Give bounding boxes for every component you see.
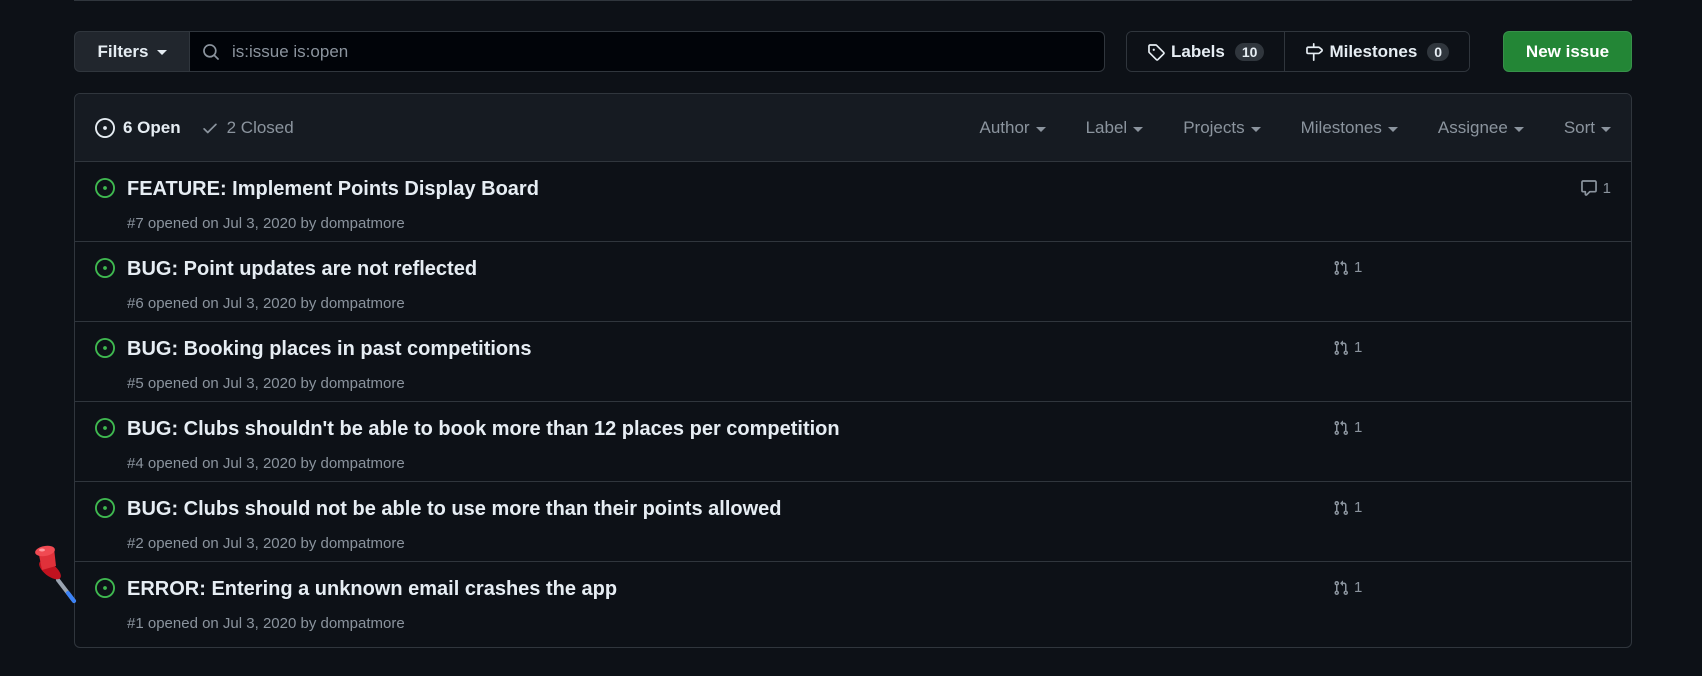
linked-pr-count: 1 (1354, 499, 1363, 516)
check-icon (202, 123, 217, 133)
chevron-down-icon (1601, 126, 1611, 132)
assignee-filter[interactable]: Assignee (1438, 118, 1524, 138)
comment-icon (1580, 180, 1597, 196)
issue-status (95, 258, 115, 283)
linked-pull-requests[interactable]: 1 (1333, 339, 1362, 356)
linked-pull-requests[interactable]: 1 (1333, 499, 1362, 516)
issue-meta: #2 opened on Jul 3, 2020 by dompatmore (127, 535, 405, 552)
issue-opened-icon (95, 578, 115, 598)
issue-comments-link[interactable]: 1 (1580, 179, 1611, 197)
issue-title-link[interactable]: BUG: Clubs shouldn't be able to book mor… (127, 418, 840, 441)
git-pull-request-icon (1334, 580, 1349, 595)
git-pull-request-icon (1334, 340, 1349, 355)
issues-toolbar: Filters Labels 10 (74, 31, 1632, 72)
issue-opened-icon (95, 258, 115, 278)
author-filter[interactable]: Author (979, 118, 1046, 138)
issue-status (95, 498, 115, 523)
issue-title-link[interactable]: BUG: Point updates are not reflected (127, 258, 477, 281)
issue-meta: #6 opened on Jul 3, 2020 by dompatmore (127, 295, 405, 312)
issue-row[interactable]: BUG: Point updates are not reflected #6 o… (75, 242, 1631, 322)
chevron-down-icon (156, 50, 167, 55)
issue-row[interactable]: ERROR: Entering a unknown email crashes … (75, 562, 1631, 642)
linked-pr-count: 1 (1354, 419, 1363, 436)
pushpin-icon (35, 545, 76, 603)
closed-issues-label: 2 Closed (226, 117, 294, 137)
issue-row[interactable]: BUG: Booking places in past competitions… (75, 322, 1631, 402)
issue-title-link[interactable]: BUG: Clubs should not be able to use mor… (127, 498, 781, 521)
issue-status (95, 338, 115, 363)
issue-opened-icon (95, 338, 115, 358)
issue-title-link[interactable]: FEATURE: Implement Points Display Board (127, 178, 539, 201)
sort-filter[interactable]: Sort (1564, 118, 1611, 138)
issue-list: FEATURE: Implement Points Display Board #… (75, 162, 1631, 642)
label-filter[interactable]: Label (1086, 118, 1144, 138)
comment-count: 1 (1602, 179, 1611, 197)
issue-meta: #4 opened on Jul 3, 2020 by dompatmore (127, 455, 405, 472)
issue-opened-icon (95, 117, 115, 138)
issue-opened-icon (95, 178, 115, 198)
labels-count-badge: 10 (1234, 42, 1265, 61)
milestone-icon (1306, 42, 1324, 61)
issue-row[interactable]: FEATURE: Implement Points Display Board #… (75, 162, 1631, 242)
issue-status (95, 418, 115, 443)
labels-button-label: Labels (1171, 41, 1225, 61)
issues-list-header: 6 Open 2 Closed Author Label Projects Mi… (75, 94, 1631, 162)
filters-button-label: Filters (97, 41, 149, 61)
assignee-filter-label: Assignee (1437, 118, 1508, 137)
open-issues-label: 6 Open (123, 117, 181, 137)
projects-filter-label: Projects (1183, 118, 1245, 137)
issue-row[interactable]: BUG: Clubs shouldn't be able to book mor… (75, 402, 1631, 482)
milestones-filter-label: Milestones (1300, 118, 1382, 137)
top-divider (74, 0, 1632, 1)
issue-meta: #7 opened on Jul 3, 2020 by dompatmore (127, 215, 405, 232)
chevron-down-icon (1513, 126, 1524, 132)
chevron-down-icon (1133, 126, 1144, 132)
projects-filter[interactable]: Projects (1183, 118, 1261, 138)
issue-title-link[interactable]: BUG: Booking places in past competitions (127, 338, 532, 361)
linked-pr-count: 1 (1354, 579, 1363, 596)
issue-row[interactable]: BUG: Clubs should not be able to use mor… (75, 482, 1631, 562)
issue-opened-icon (95, 498, 115, 518)
linked-pull-requests[interactable]: 1 (1333, 259, 1362, 276)
milestones-filter[interactable]: Milestones (1301, 118, 1398, 138)
issues-page: Filters Labels 10 (0, 0, 1702, 676)
new-issue-button[interactable]: New issue (1503, 31, 1632, 72)
issue-status (95, 178, 115, 203)
git-pull-request-icon (1334, 260, 1349, 275)
git-pull-request-icon (1334, 500, 1349, 515)
header-filter-menus: Author Label Projects Milestones Assigne… (979, 94, 1611, 162)
label-filter-label: Label (1085, 118, 1128, 137)
filters-button[interactable]: Filters (74, 31, 190, 72)
linked-pull-requests[interactable]: 1 (1333, 579, 1362, 596)
milestones-button[interactable]: Milestones 0 (1284, 32, 1470, 71)
author-filter-label: Author (979, 118, 1030, 137)
open-issues-tab[interactable]: 6 Open (95, 117, 181, 138)
linked-pr-count: 1 (1354, 339, 1363, 356)
tag-icon (1148, 43, 1165, 61)
labels-milestones-group: Labels 10 Milestones 0 (1126, 31, 1471, 72)
search-input[interactable] (230, 40, 1054, 63)
chevron-down-icon (1387, 126, 1398, 132)
filters-search-group: Filters (74, 31, 1105, 72)
search-icon (203, 43, 219, 60)
search-box[interactable] (190, 31, 1105, 72)
chevron-down-icon (1250, 126, 1261, 132)
issue-opened-icon (95, 418, 115, 438)
milestones-count-badge: 0 (1427, 42, 1450, 61)
closed-issues-tab[interactable]: 2 Closed (201, 118, 294, 138)
git-pull-request-icon (1334, 420, 1349, 435)
issue-status (95, 578, 115, 603)
labels-button[interactable]: Labels 10 (1127, 32, 1285, 71)
issue-meta: #5 opened on Jul 3, 2020 by dompatmore (127, 375, 405, 392)
sort-filter-label: Sort (1563, 118, 1595, 137)
milestones-button-label: Milestones (1329, 41, 1418, 61)
issue-title-link[interactable]: ERROR: Entering a unknown email crashes … (127, 578, 617, 601)
issue-meta: #1 opened on Jul 3, 2020 by dompatmore (127, 615, 405, 632)
linked-pull-requests[interactable]: 1 (1333, 419, 1362, 436)
chevron-down-icon (1035, 126, 1046, 132)
linked-pr-count: 1 (1354, 259, 1363, 276)
issues-list-box: 6 Open 2 Closed Author Label Projects Mi… (74, 93, 1632, 648)
